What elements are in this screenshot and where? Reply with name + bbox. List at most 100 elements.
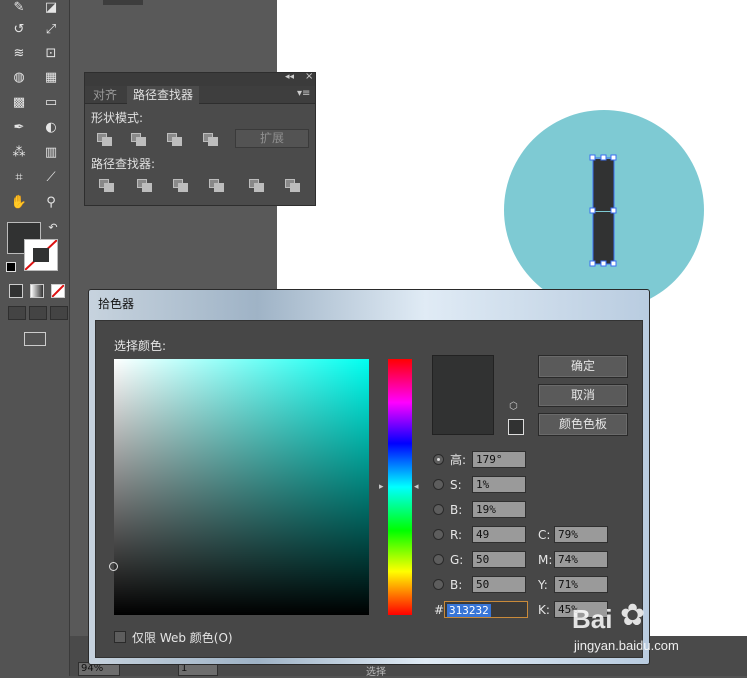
free-transform-icon[interactable]: ⊡	[42, 46, 60, 62]
divide-button[interactable]	[99, 179, 114, 192]
h-label: 高:	[450, 453, 467, 467]
web-only-label: 仅限 Web 颜色(O)	[132, 631, 233, 645]
panel-menu-icon[interactable]: ▾≡	[297, 88, 310, 99]
swap-fill-stroke-icon[interactable]: ↶	[44, 220, 62, 236]
intersect-button[interactable]	[167, 133, 182, 146]
rotate-icon[interactable]: ↺	[10, 22, 28, 38]
none-mode-icon[interactable]	[51, 284, 65, 298]
eyedropper-icon[interactable]: ✒	[10, 120, 28, 136]
blend-icon[interactable]: ◐	[42, 120, 60, 136]
radio-h[interactable]	[433, 454, 444, 465]
baidu-watermark: Bai ✿ 经验 jingyan.baidu.com	[572, 590, 747, 660]
minus-back-button[interactable]	[285, 179, 300, 192]
hue-slider[interactable]	[388, 359, 412, 615]
web-only-checkbox[interactable]	[114, 631, 126, 643]
expand-button[interactable]: 扩展	[235, 129, 309, 148]
g-field[interactable]: 50	[472, 551, 526, 568]
blob-brush-icon[interactable]: ✎	[10, 0, 28, 16]
dialog-title: 拾色器	[98, 297, 135, 311]
hand-icon[interactable]: ✋	[10, 195, 28, 211]
pathfinders-label: 路径查找器:	[91, 157, 156, 171]
out-of-gamut-icon[interactable]: ⬡	[509, 401, 518, 412]
paw-icon: ✿	[620, 598, 646, 633]
r-field[interactable]: 49	[472, 526, 526, 543]
web-safe-swatch[interactable]	[508, 419, 524, 435]
s-field[interactable]: 1%	[472, 476, 526, 493]
b-field[interactable]: 19%	[472, 501, 526, 518]
symbol-sprayer-icon[interactable]: ⁂	[10, 145, 28, 161]
dark-bar-top	[593, 159, 614, 211]
close-icon[interactable]: ×	[305, 71, 313, 82]
draw-inside-icon[interactable]	[50, 306, 68, 320]
unite-button[interactable]	[97, 133, 112, 146]
color-picker-dialog: 拾色器 选择颜色: ▸ ◂ ⬡ 确定 取消 颜色色板 高: 179° S: 1%…	[88, 289, 650, 665]
slice-icon[interactable]: ⟋	[42, 170, 60, 186]
c-label: C:	[538, 528, 551, 542]
m-label: M:	[538, 553, 553, 567]
color-field[interactable]	[109, 359, 369, 615]
trim-button[interactable]	[137, 179, 152, 192]
hue-arrow-right-icon[interactable]: ◂	[414, 482, 419, 492]
radio-b[interactable]	[433, 504, 444, 515]
exclude-button[interactable]	[203, 133, 218, 146]
color-field-marker[interactable]	[109, 562, 118, 571]
collapse-icon[interactable]: ◂◂	[285, 72, 294, 82]
r-label: R:	[450, 528, 463, 542]
m-field[interactable]: 74%	[554, 551, 608, 568]
artboard-icon[interactable]: ⌗	[10, 170, 28, 186]
stroke-swatch[interactable]	[24, 239, 58, 271]
width-icon[interactable]: ≋	[10, 46, 28, 62]
swatches-button[interactable]: 颜色色板	[538, 413, 628, 436]
hue-arrow-left-icon[interactable]: ▸	[379, 482, 384, 492]
mesh-icon[interactable]: ▩	[10, 95, 28, 111]
blue-field[interactable]: 50	[472, 576, 526, 593]
merge-button[interactable]	[173, 179, 188, 192]
radio-blue[interactable]	[433, 579, 444, 590]
hex-field[interactable]: 313232	[444, 601, 528, 618]
watermark-brand-cn: 经验	[660, 614, 705, 639]
y-label: Y:	[538, 578, 548, 592]
minus-front-button[interactable]	[131, 133, 146, 146]
select-color-label: 选择颜色:	[114, 339, 167, 353]
watermark-brand: Bai	[572, 604, 613, 634]
radio-g[interactable]	[433, 554, 444, 565]
draw-normal-icon[interactable]	[8, 306, 26, 320]
eraser-icon[interactable]: ◪	[42, 0, 60, 16]
tab-align[interactable]: 对齐	[87, 86, 123, 104]
pathfinder-panel: ◂◂ × 对齐 路径查找器 ▾≡ 形状模式: 扩展 路径查找器:	[84, 71, 316, 206]
crop-button[interactable]	[209, 179, 224, 192]
panel-tabs: 对齐 路径查找器 ▾≡	[85, 86, 315, 104]
dark-bar-bottom	[593, 212, 614, 264]
tools-panel: ✎ ◪ ↺ ⤢ ≋ ⊡ ◍ ▦ ▩ ▭ ✒ ◐ ⁂ ▥ ⌗ ⟋ ✋ ⚲ ↶	[0, 0, 70, 676]
radio-s[interactable]	[433, 479, 444, 490]
c-field[interactable]: 79%	[554, 526, 608, 543]
default-colors-icon[interactable]	[6, 262, 16, 272]
dialog-body: 选择颜色: ▸ ◂ ⬡ 确定 取消 颜色色板 高: 179° S: 1% B: …	[95, 320, 643, 658]
gradient-icon[interactable]: ▭	[42, 95, 60, 111]
s-label: S:	[450, 478, 462, 492]
blue-label: B:	[450, 578, 463, 592]
column-graph-icon[interactable]: ▥	[42, 145, 60, 161]
cancel-button[interactable]: 取消	[538, 384, 628, 407]
hex-value: 313232	[447, 604, 491, 617]
k-label: K:	[538, 603, 550, 617]
outline-button[interactable]	[249, 179, 264, 192]
draw-behind-icon[interactable]	[29, 306, 47, 320]
tab-pathfinder[interactable]: 路径查找器	[127, 86, 200, 104]
radio-r[interactable]	[433, 529, 444, 540]
scale-icon[interactable]: ⤢	[42, 22, 60, 38]
perspective-grid-icon[interactable]: ▦	[42, 70, 60, 86]
color-mode-icon[interactable]	[9, 284, 23, 298]
color-preview	[432, 355, 494, 435]
panel-titlebar[interactable]: ◂◂ ×	[85, 71, 315, 86]
h-field[interactable]: 179°	[472, 451, 526, 468]
b-label: B:	[450, 503, 463, 517]
gradient-mode-icon[interactable]	[30, 284, 44, 298]
ok-button[interactable]: 确定	[538, 355, 628, 378]
shape-builder-icon[interactable]: ◍	[10, 70, 28, 86]
panel-stub	[103, 0, 143, 5]
screen-mode-icon[interactable]	[24, 332, 46, 346]
zoom-icon[interactable]: ⚲	[42, 195, 60, 211]
g-label: G:	[450, 553, 464, 567]
hex-label: #	[434, 603, 445, 617]
